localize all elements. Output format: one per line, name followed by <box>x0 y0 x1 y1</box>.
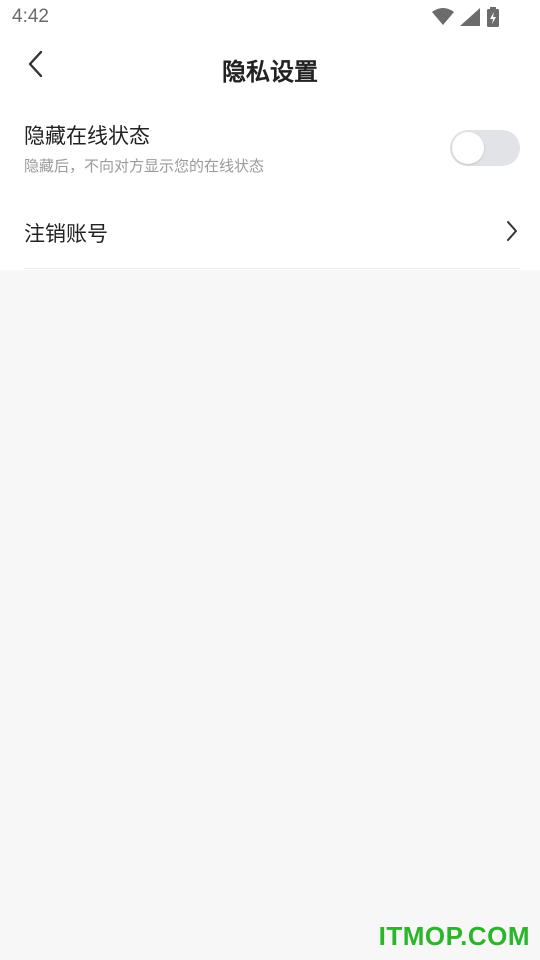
hide-online-status-toggle[interactable] <box>450 130 520 166</box>
cancel-account-row[interactable]: 注销账号 <box>0 200 540 268</box>
page-title: 隐私设置 <box>222 58 318 86</box>
status-time: 4:42 <box>12 6 49 27</box>
wifi-icon <box>432 8 454 26</box>
hide-online-status-subtitle: 隐藏后，不向对方显示您的在线状态 <box>24 157 265 175</box>
cell-signal-icon <box>460 8 480 26</box>
battery-charging-icon <box>486 7 500 27</box>
chevron-right-icon <box>506 220 518 246</box>
status-bar: 4:42 <box>0 0 540 36</box>
cancel-account-label: 注销账号 <box>24 222 108 246</box>
toggle-knob <box>452 132 484 164</box>
divider <box>24 268 520 269</box>
status-icons <box>432 6 500 28</box>
app-bar: 隐私设置 <box>0 40 540 94</box>
hide-online-status-row: 隐藏在线状态 隐藏后，不向对方显示您的在线状态 <box>0 110 540 190</box>
watermark: ITMOP.COM <box>378 921 530 951</box>
hide-online-status-title: 隐藏在线状态 <box>24 124 150 148</box>
